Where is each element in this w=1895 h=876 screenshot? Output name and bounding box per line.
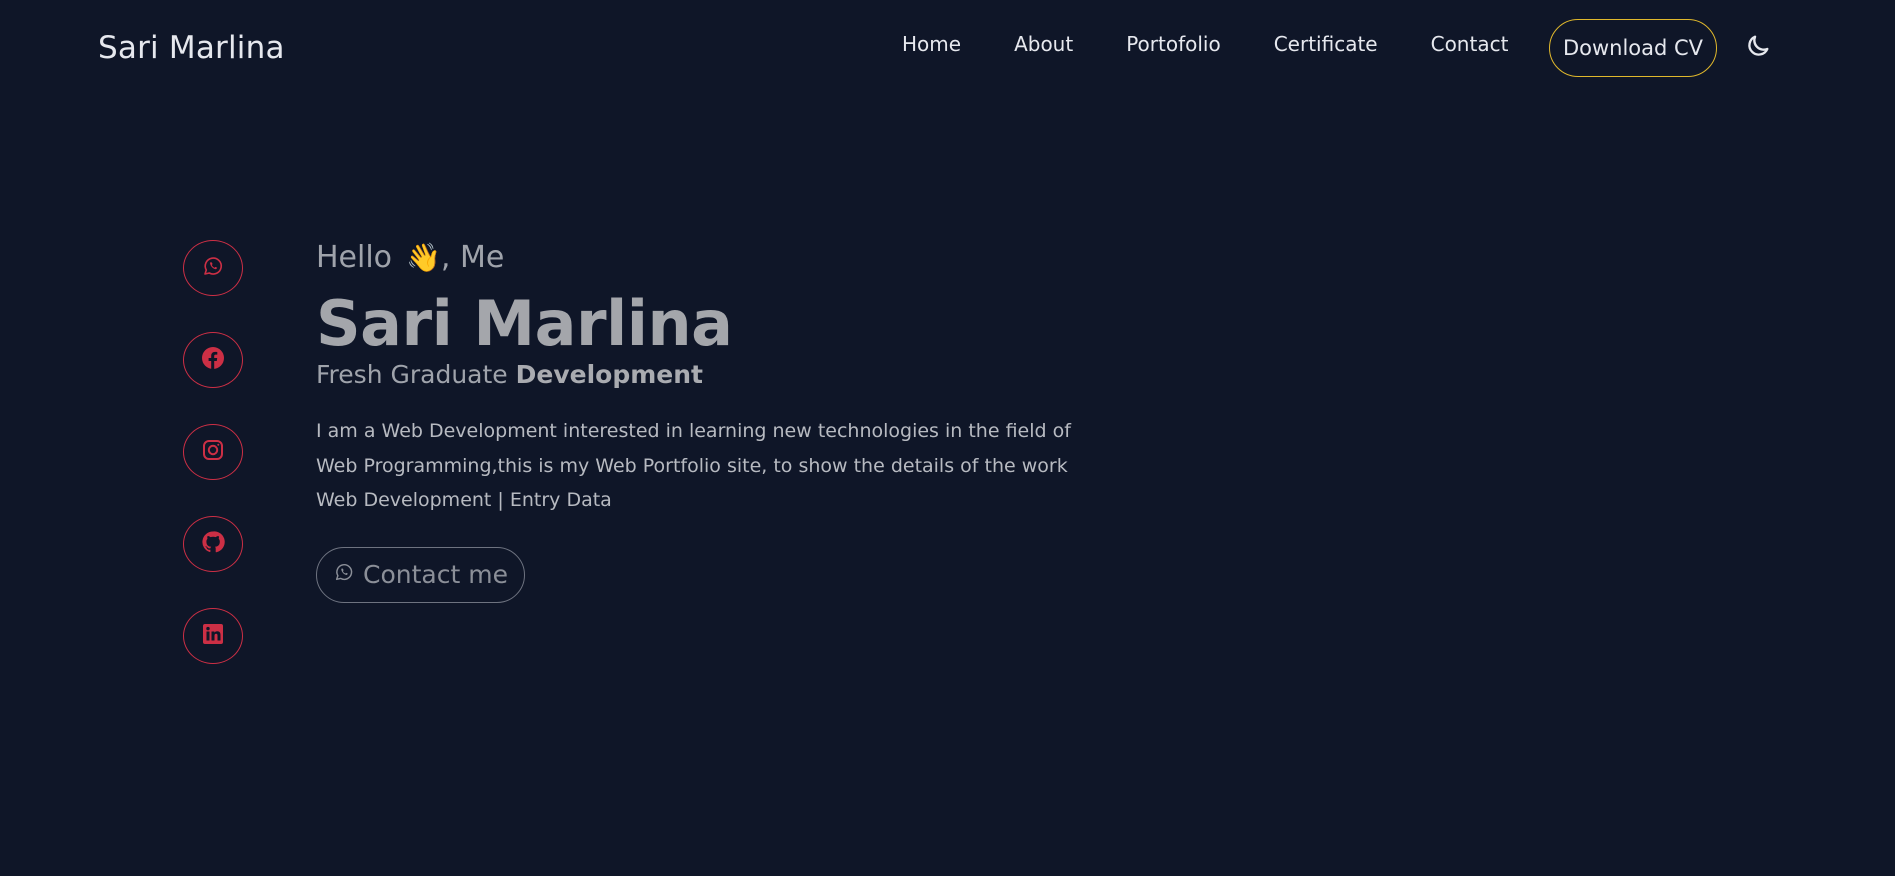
contact-me-label: Contact me xyxy=(363,560,508,589)
hero-tags: Web Development | Entry Data xyxy=(316,489,612,511)
greeting-suffix: , Me xyxy=(440,240,505,275)
hero-description: I am a Web Development interested in lea… xyxy=(316,420,1071,477)
whatsapp-icon xyxy=(201,254,225,282)
hero-name: Sari Marlina xyxy=(316,287,733,360)
instagram-icon xyxy=(201,438,225,466)
nav-link-about[interactable]: About xyxy=(1014,32,1073,56)
whatsapp-icon xyxy=(333,560,355,589)
nav-link-contact[interactable]: Contact xyxy=(1431,32,1509,56)
facebook-button[interactable] xyxy=(183,332,243,388)
github-button[interactable] xyxy=(183,516,243,572)
navbar: Sari Marlina Home About Portofolio Certi… xyxy=(0,0,1895,96)
nav-link-portofolio[interactable]: Portofolio xyxy=(1126,32,1221,56)
hero-section: Hello 👋 , Me Sari Marlina Fresh Graduate… xyxy=(316,238,1116,603)
brand-name[interactable]: Sari Marlina xyxy=(98,30,285,66)
linkedin-icon xyxy=(201,622,225,650)
moon-icon[interactable] xyxy=(1744,32,1772,60)
greeting-prefix: Hello xyxy=(316,240,393,275)
whatsapp-button[interactable] xyxy=(183,240,243,296)
nav-link-certificate[interactable]: Certificate xyxy=(1274,32,1378,56)
contact-me-button[interactable]: Contact me xyxy=(316,546,525,603)
download-cv-button[interactable]: Download CV xyxy=(1549,19,1717,77)
greeting: Hello 👋 , Me xyxy=(316,238,1116,278)
nav-links: Home About Portofolio Certificate Contac… xyxy=(902,32,1508,56)
subtitle-prefix: Fresh Graduate xyxy=(316,360,508,389)
subtitle-bold: Development xyxy=(515,360,703,389)
hero-subtitle: Fresh Graduate Development xyxy=(316,358,1116,392)
facebook-icon xyxy=(201,346,225,374)
instagram-button[interactable] xyxy=(183,424,243,480)
nav-link-home[interactable]: Home xyxy=(902,32,961,56)
linkedin-button[interactable] xyxy=(183,608,243,664)
waving-hand-icon: 👋 xyxy=(406,241,441,274)
social-links xyxy=(183,240,245,700)
github-icon xyxy=(201,530,225,558)
